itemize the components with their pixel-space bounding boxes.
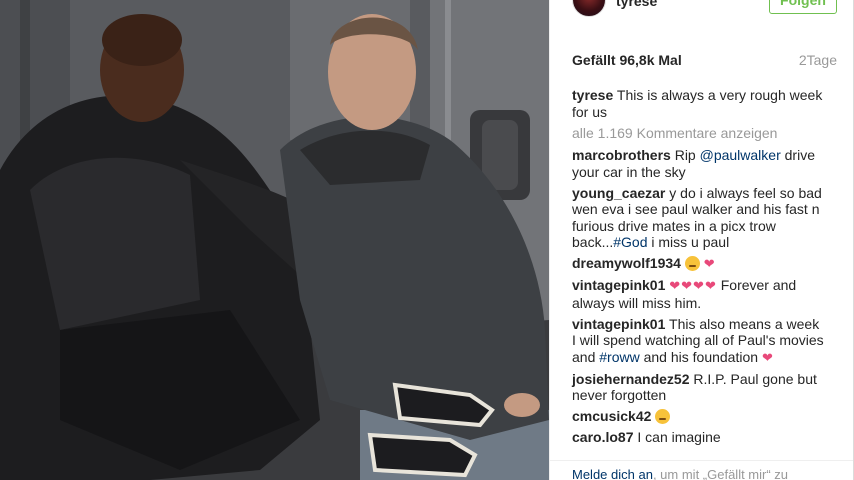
post-photo[interactable]	[0, 0, 549, 480]
likes-count[interactable]: Gefällt 96,8k Mal	[572, 52, 682, 68]
header-username[interactable]: tyrese	[616, 0, 657, 9]
comment: marcobrothers Rip @paulwalker drive your…	[572, 147, 824, 180]
comment: cmcusick42	[572, 408, 824, 425]
comment: dreamywolf1934 ❤	[572, 255, 824, 273]
follow-button[interactable]: Folgen	[769, 0, 837, 14]
comment-username[interactable]: dreamywolf1934	[572, 255, 681, 271]
weary-face-emoji-icon	[684, 256, 700, 271]
comment-username[interactable]: vintagepink01	[572, 316, 665, 332]
comment-username[interactable]: marcobrothers	[572, 147, 671, 163]
comments-panel: tyrese Folgen Gefällt 96,8k Mal 2Tage ty…	[549, 0, 854, 480]
comment-username[interactable]: vintagepink01	[572, 277, 665, 293]
post-age[interactable]: 2Tage	[799, 52, 837, 68]
comment: josiehernandez52 R.I.P. Paul gone but ne…	[572, 371, 824, 404]
caption: tyrese This is always a very rough week …	[572, 87, 824, 120]
comment: vintagepink01 ❤❤❤❤ Forever and always wi…	[572, 277, 824, 311]
comment-text: Rip	[674, 147, 700, 163]
login-prompt-text: , um mit „Gefällt mir“ zu	[652, 467, 789, 480]
avatar[interactable]	[572, 0, 606, 17]
heart-emoji-icon: ❤	[703, 256, 716, 271]
comment-username[interactable]: young_caezar	[572, 185, 665, 201]
hashtag-link[interactable]: #roww	[599, 349, 639, 365]
login-link[interactable]: Melde dich an	[572, 467, 653, 480]
comment: young_caezar y do i always feel so bad w…	[572, 185, 824, 251]
comment-username[interactable]: josiehernandez52	[572, 371, 690, 387]
post-header: tyrese Folgen	[550, 0, 854, 23]
comment-text: i miss u paul	[647, 234, 730, 250]
comment-username[interactable]: cmcusick42	[572, 408, 651, 424]
login-prompt: Melde dich an, um mit „Gefällt mir“ zu	[572, 467, 788, 480]
hashtag-link[interactable]: #God	[613, 234, 647, 250]
post-photo-illustration	[0, 0, 549, 480]
comment-text: and his foundation	[639, 348, 759, 365]
heart-emoji-icon: ❤❤❤❤	[669, 278, 717, 293]
comment-text: I can imagine	[637, 429, 721, 445]
load-more-comments-link[interactable]: alle 1.169 Kommentare anzeigen	[572, 125, 824, 142]
comment-username[interactable]: caro.lo87	[572, 429, 633, 445]
heart-emoji-icon: ❤	[761, 349, 774, 365]
caption-username[interactable]: tyrese	[572, 87, 613, 103]
mention-link[interactable]: @paulwalker	[700, 147, 781, 163]
login-prompt-bar: Melde dich an, um mit „Gefällt mir“ zu	[550, 460, 854, 480]
comment-list: tyrese This is always a very rough week …	[572, 87, 824, 450]
comment: vintagepink01 This also means a week I w…	[572, 316, 824, 367]
kissing-face-emoji-icon	[655, 409, 671, 424]
comment: caro.lo87 I can imagine	[572, 429, 824, 446]
likes-row: Gefällt 96,8k Mal 2Tage	[572, 52, 837, 70]
